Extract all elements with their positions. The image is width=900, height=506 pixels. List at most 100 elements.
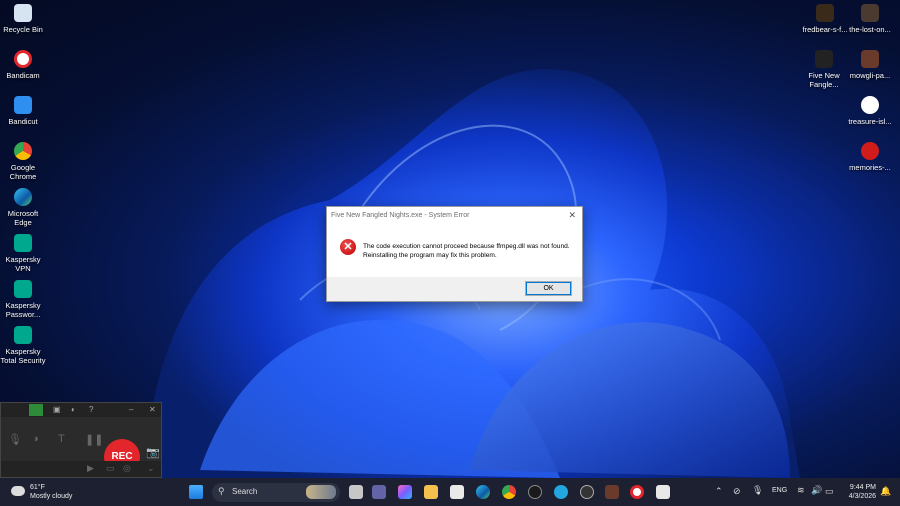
dialog-titlebar[interactable]: Five New Fangled Nights.exe - System Err…: [327, 207, 582, 224]
dialog-footer: OK: [327, 277, 582, 301]
volume-icon[interactable]: 🔊: [811, 485, 822, 496]
hp-icon[interactable]: [528, 485, 542, 499]
system-error-dialog: Five New Fangled Nights.exe - System Err…: [326, 206, 583, 302]
desktop-icon-label: fredbear-s-f...: [802, 25, 848, 34]
microphone-icon[interactable]: 🎙: [8, 433, 22, 446]
window-mode-icon[interactable]: ▣: [53, 405, 61, 414]
bandicam-controls: 🎙 ◑ T ❚❚ REC 📷: [1, 417, 161, 475]
minimize-icon[interactable]: –: [129, 405, 133, 414]
screenshot-camera-icon[interactable]: 📷: [146, 446, 160, 459]
desktop-icon-treasure-island[interactable]: treasure-isl...: [846, 96, 894, 126]
bandicam-taskbar-icon[interactable]: [630, 485, 644, 499]
desktop-icon-mowgli[interactable]: mowgli-pa...: [846, 50, 894, 80]
desktop-icon-five-new-fangled[interactable]: Five New Fangle...: [800, 50, 848, 89]
chevron-up-icon[interactable]: ⌃: [715, 486, 723, 497]
desktop-icon-label: memories-...: [849, 163, 891, 172]
error-icon: ✕: [340, 239, 356, 255]
video-icon[interactable]: ▶: [87, 463, 94, 474]
desktop-icon-lost-one[interactable]: the-lost-on...: [846, 4, 894, 34]
error-message-line-2: Reinstalling the program may fix this pr…: [363, 252, 497, 259]
desktop-icon-label: Recycle Bin: [3, 25, 43, 34]
app-icon-2[interactable]: [580, 485, 594, 499]
close-icon[interactable]: ✕: [568, 210, 576, 221]
desktop-icon-bandicam[interactable]: Bandicam: [0, 50, 46, 80]
desktop-icon-edge[interactable]: Microsoft Edge: [0, 188, 46, 227]
search-box[interactable]: ⚲ Search: [212, 483, 340, 502]
recycle-bin-icon: [14, 4, 32, 22]
kaspersky-total-icon: [14, 326, 32, 344]
help-icon[interactable]: ?: [89, 405, 93, 414]
lost-one-icon: [861, 4, 879, 22]
desktop-icon-kaspersky-total[interactable]: Kaspersky Total Security: [0, 326, 46, 365]
close-icon[interactable]: ✕: [149, 405, 156, 414]
search-icon: ⚲: [218, 486, 225, 496]
app-icon-1[interactable]: [554, 485, 568, 499]
desktop-icon-label: Kaspersky VPN: [5, 255, 41, 273]
desktop-icon-label: the-lost-on...: [849, 25, 891, 34]
desktop-icon-label: Microsoft Edge: [7, 209, 39, 227]
kaspersky-password-icon: [14, 280, 32, 298]
wifi-icon[interactable]: ≋: [797, 485, 805, 496]
desktop-icon-fredbear[interactable]: fredbear-s-f...: [800, 4, 850, 34]
bandicam-widget: ▣ ◐ ? – ✕ 🎙 ◑ T ❚❚ REC 📷 ▶ ▭ ◎ ⌄: [0, 402, 162, 478]
desktop-icon-label: Bandicam: [6, 71, 40, 80]
weather-widget[interactable]: 61°F Mostly cloudy: [11, 483, 72, 501]
error-window-taskbar-icon[interactable]: [656, 485, 670, 499]
clock[interactable]: 9:44 PM 4/3/2026: [840, 483, 876, 501]
taskbar: 61°F Mostly cloudy ⚲ Search ⌃ ⊘ 🎙 ENG ≋ …: [0, 478, 900, 506]
desktop-icon-kaspersky-password[interactable]: Kaspersky Passwor...: [0, 280, 46, 319]
mowgli-icon: [861, 50, 879, 68]
edge-taskbar-icon[interactable]: [476, 485, 490, 499]
teams-icon[interactable]: [372, 485, 386, 499]
clock-date: 4/3/2026: [848, 493, 876, 500]
dialog-body: ✕ The code execution cannot proceed beca…: [327, 224, 582, 279]
battery-icon[interactable]: ▭: [825, 486, 834, 497]
ok-button[interactable]: OK: [525, 281, 572, 296]
folder-icon[interactable]: ◐: [71, 405, 76, 414]
pause-icon[interactable]: ❚❚: [85, 433, 103, 446]
desktop-icon-label: Google Chrome: [9, 163, 37, 181]
error-message-line-1: The code execution cannot proceed becaus…: [363, 243, 570, 250]
start-button[interactable]: [189, 485, 203, 499]
audio-icon[interactable]: ◎: [123, 463, 131, 474]
mowgli-taskbar-icon[interactable]: [605, 485, 619, 499]
search-label: Search: [232, 487, 258, 496]
desktop-icon-memories[interactable]: memories-...: [846, 142, 894, 172]
task-view-icon[interactable]: [349, 485, 363, 499]
desktop-icon-bandicut[interactable]: Bandicut: [0, 96, 46, 126]
search-highlight-image: [306, 485, 336, 499]
copilot-icon[interactable]: [398, 485, 412, 499]
error-message: The code execution cannot proceed becaus…: [363, 242, 578, 260]
chrome-taskbar-icon[interactable]: [502, 485, 516, 499]
memories-icon: [861, 142, 879, 160]
five-new-fangled-icon: [815, 50, 833, 68]
desktop-icon-recycle-bin[interactable]: Recycle Bin: [0, 4, 46, 34]
microphone-tray-icon[interactable]: 🎙: [752, 485, 763, 496]
bandicam-icon: [14, 50, 32, 68]
lock-icon[interactable]: [29, 404, 43, 416]
weather-cloud-icon: [11, 486, 25, 496]
chevron-down-icon[interactable]: ⌄: [147, 463, 155, 474]
bandicut-icon: [14, 96, 32, 114]
text-icon[interactable]: T: [58, 433, 65, 445]
file-explorer-icon[interactable]: [424, 485, 438, 499]
weather-desc: Mostly cloudy: [30, 493, 73, 500]
weather-temp: 61°F: [30, 484, 45, 491]
desktop-icon-kaspersky-vpn[interactable]: Kaspersky VPN: [0, 234, 46, 273]
edge-icon: [14, 188, 32, 206]
language-indicator[interactable]: ENG: [772, 487, 787, 494]
clock-time: 9:44 PM: [849, 484, 876, 491]
dialog-title: Five New Fangled Nights.exe - System Err…: [331, 212, 470, 219]
fredbear-icon: [816, 4, 834, 22]
webcam-overlay-icon[interactable]: ◑: [32, 433, 39, 445]
microsoft-store-icon[interactable]: [450, 485, 464, 499]
kaspersky-vpn-icon: [14, 234, 32, 252]
notifications-muted-icon[interactable]: ⊘: [733, 486, 741, 497]
desktop-icon-chrome[interactable]: Google Chrome: [0, 142, 46, 181]
desktop-icon-label: Five New Fangle...: [808, 71, 840, 89]
image-icon[interactable]: ▭: [106, 463, 115, 474]
treasure-island-icon: [861, 96, 879, 114]
desktop-icon-label: Bandicut: [8, 117, 38, 126]
notification-bell-icon[interactable]: 🔔: [880, 486, 891, 497]
desktop-icon-label: Kaspersky Passwor...: [5, 301, 41, 319]
